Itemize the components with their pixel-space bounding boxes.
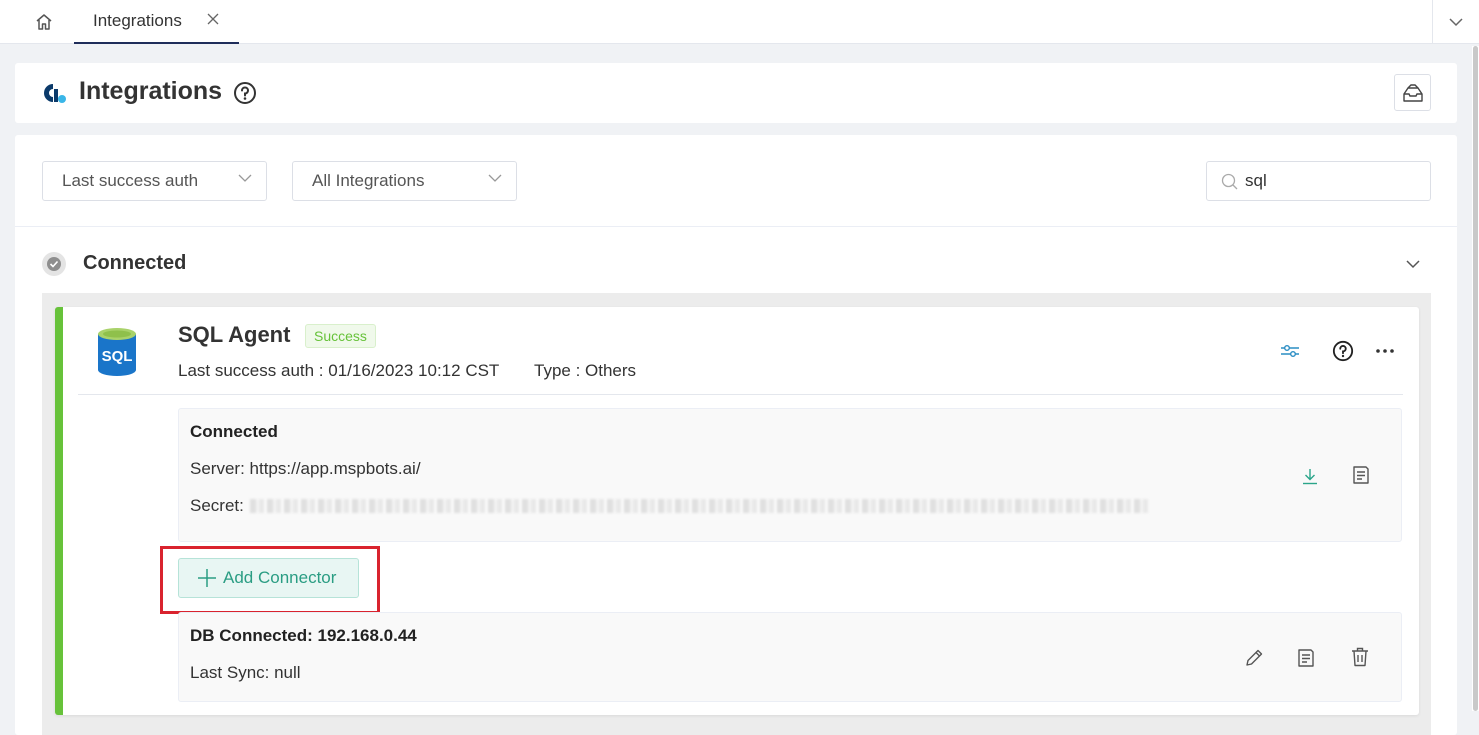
document-list-icon: [1353, 466, 1369, 484]
integrations-panel: Last success auth All Integrations Conne…: [15, 135, 1457, 735]
home-tab[interactable]: [22, 8, 66, 36]
connector-log-button[interactable]: [1292, 644, 1320, 672]
document-list-icon: [1298, 649, 1314, 667]
secret-row: Secret:: [190, 496, 1148, 516]
connection-title: Connected: [190, 422, 278, 441]
more-horizontal-icon: [1376, 349, 1394, 353]
edit-connector-button[interactable]: [1240, 644, 1268, 672]
tab-bar: Integrations: [0, 0, 1479, 44]
connection-log-button[interactable]: [1347, 461, 1375, 489]
pencil-icon: [1246, 649, 1263, 666]
last-sync-text: Last Sync: null: [190, 663, 301, 682]
chevron-down-icon: [1406, 259, 1420, 268]
plus-icon: [197, 568, 217, 588]
scrollbar-thumb[interactable]: [1473, 46, 1478, 711]
search-icon: [1221, 173, 1238, 190]
secret-value-redacted: [249, 499, 1148, 513]
add-connector-label: Add Connector: [223, 568, 337, 587]
download-icon: [1303, 468, 1317, 484]
help-circle-icon[interactable]: [233, 81, 257, 105]
inbox-tray-icon: [1402, 83, 1423, 102]
add-connector-button[interactable]: Add Connector: [178, 558, 359, 598]
type-text: Type : Others: [534, 361, 637, 380]
integration-filter-value: All Integrations: [312, 171, 425, 190]
tab-integrations-label: Integrations: [93, 11, 182, 30]
integration-name: SQL Agent: [178, 322, 291, 347]
header-action-button[interactable]: [1394, 74, 1431, 111]
chevron-down-icon: [238, 174, 252, 182]
sliders-icon: [1281, 345, 1299, 357]
sql-database-icon: SQL: [98, 328, 136, 376]
help-circle-icon: [1332, 340, 1354, 362]
search-input[interactable]: [1245, 171, 1405, 191]
sort-select-value: Last success auth: [62, 171, 199, 190]
check-circle-icon: [42, 252, 66, 276]
connection-details: Connected Server: https://app.mspbots.ai…: [178, 408, 1402, 542]
sql-logo-text: SQL: [102, 348, 133, 365]
section-collapse-toggle[interactable]: [1399, 253, 1427, 275]
connected-section-header[interactable]: Connected: [15, 243, 1457, 283]
integration-card-sql-agent: SQL SQL Agent Success Last success auth …: [55, 307, 1419, 715]
tab-integrations[interactable]: Integrations: [74, 0, 239, 44]
page-title: Integrations: [79, 77, 223, 105]
secret-label: Secret:: [190, 496, 244, 515]
tabs-menu-button[interactable]: [1432, 0, 1479, 44]
search-box[interactable]: [1206, 161, 1431, 201]
home-icon: [36, 14, 52, 30]
integration-help-button[interactable]: [1329, 337, 1357, 365]
trash-icon: [1352, 647, 1368, 667]
brand-logo-icon: [44, 84, 66, 103]
connected-section-body: SQL SQL Agent Success Last success auth …: [42, 293, 1431, 735]
settings-sliders-button[interactable]: [1276, 337, 1304, 365]
chevron-down-icon: [488, 174, 502, 182]
db-connected-title: DB Connected: 192.168.0.44: [190, 626, 417, 645]
filter-divider: [15, 226, 1457, 227]
download-button[interactable]: [1296, 462, 1324, 490]
status-badge: Success: [305, 324, 376, 348]
db-connection-item: DB Connected: 192.168.0.44 Last Sync: nu…: [178, 612, 1402, 702]
section-title: Connected: [83, 252, 187, 274]
integration-filter-select[interactable]: All Integrations: [292, 161, 517, 201]
page-scrollbar[interactable]: [1472, 46, 1479, 711]
card-divider: [78, 394, 1403, 395]
page-header: Integrations: [15, 63, 1457, 123]
more-options-button[interactable]: [1371, 337, 1399, 365]
server-text: Server: https://app.mspbots.ai/: [190, 459, 421, 478]
delete-connector-button[interactable]: [1346, 643, 1374, 671]
sort-select[interactable]: Last success auth: [42, 161, 267, 201]
chevron-down-icon: [1449, 17, 1463, 26]
last-auth-text: Last success auth : 01/16/2023 10:12 CST: [178, 361, 500, 380]
close-icon[interactable]: [204, 10, 222, 28]
